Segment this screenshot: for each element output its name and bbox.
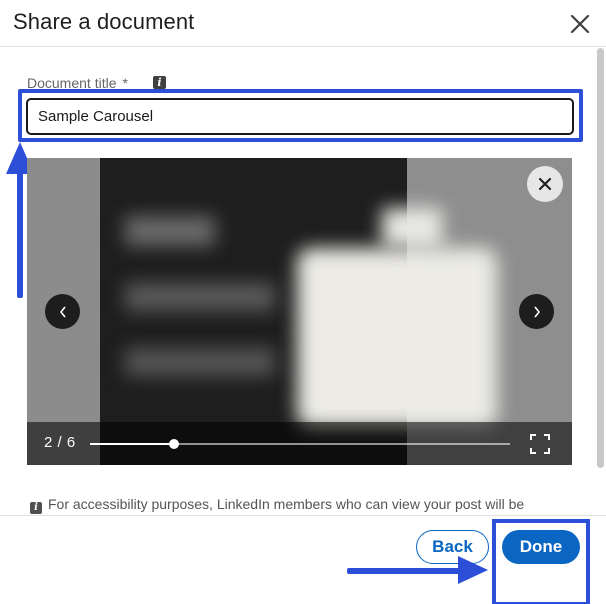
blurred-slide-content bbox=[382, 208, 442, 248]
blurred-slide-content bbox=[125, 283, 275, 311]
preview-controls-bar: 2 / 6 bbox=[27, 422, 572, 465]
page-progress-slider[interactable] bbox=[90, 439, 510, 449]
blurred-slide-card bbox=[297, 248, 497, 428]
dialog-header: Share a document bbox=[0, 0, 606, 47]
blurred-slide-content bbox=[125, 216, 215, 246]
accessibility-note: i For accessibility purposes, LinkedIn me… bbox=[30, 496, 524, 514]
progress-fill bbox=[90, 443, 174, 445]
previous-page-button[interactable] bbox=[45, 294, 80, 329]
close-icon bbox=[538, 177, 552, 191]
fullscreen-icon[interactable] bbox=[529, 433, 551, 455]
done-button[interactable]: Done bbox=[502, 530, 580, 564]
progress-thumb[interactable] bbox=[169, 439, 179, 449]
chevron-left-icon bbox=[59, 306, 66, 317]
blurred-slide-content bbox=[125, 348, 275, 376]
dialog-footer: Back Done bbox=[0, 515, 606, 604]
document-preview: 2 / 6 bbox=[27, 158, 572, 465]
scrollbar[interactable] bbox=[597, 48, 604, 468]
next-page-button[interactable] bbox=[519, 294, 554, 329]
document-title-input[interactable] bbox=[26, 98, 574, 135]
share-document-dialog: Share a document Document title * i Samp… bbox=[0, 0, 606, 604]
page-counter: 2 / 6 bbox=[44, 434, 76, 451]
info-icon: i bbox=[30, 502, 42, 514]
annotation-arrow-right-shaft bbox=[347, 568, 463, 574]
remove-document-button[interactable] bbox=[527, 166, 563, 202]
annotation-arrow-right-icon bbox=[458, 556, 488, 584]
chevron-right-icon bbox=[533, 306, 540, 317]
dialog-title: Share a document bbox=[13, 9, 195, 34]
annotation-arrow-up-shaft bbox=[17, 170, 23, 298]
accessibility-note-text: For accessibility purposes, LinkedIn mem… bbox=[48, 496, 525, 512]
close-icon[interactable] bbox=[566, 10, 594, 38]
info-icon[interactable]: i bbox=[153, 76, 166, 89]
